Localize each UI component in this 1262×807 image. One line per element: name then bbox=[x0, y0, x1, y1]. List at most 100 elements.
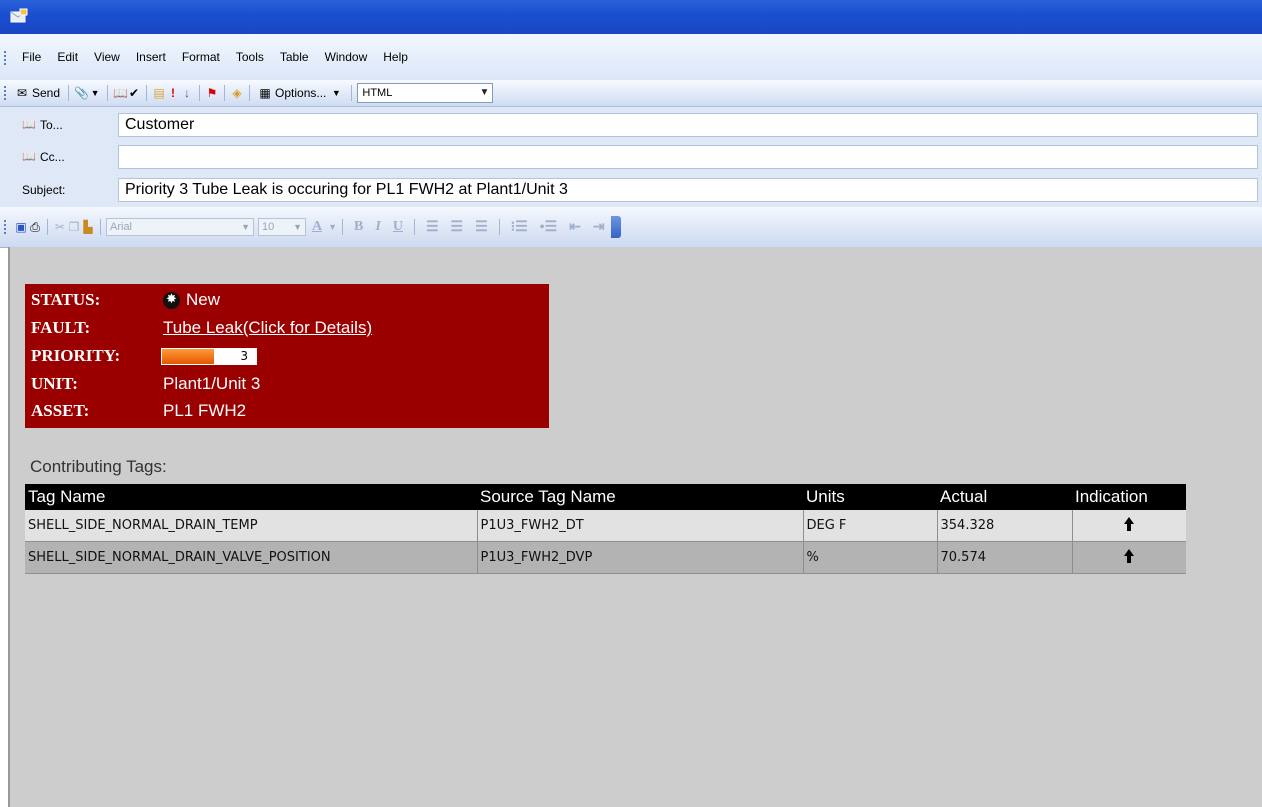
toolbar-separator bbox=[68, 85, 70, 101]
font-color-icon[interactable]: A bbox=[306, 219, 328, 235]
fault-row: FAULT: Tube Leak(Click for Details) bbox=[31, 317, 372, 339]
toolbar-separator bbox=[413, 219, 415, 235]
table-row: SHELL_SIDE_NORMAL_DRAIN_VALVE_POSITION P… bbox=[25, 541, 1186, 574]
address-book-icon[interactable]: 📖 bbox=[113, 86, 128, 100]
menu-insert[interactable]: Insert bbox=[128, 50, 174, 64]
chevron-down-icon: ▼ bbox=[293, 222, 302, 232]
actual-cell: 70.574 bbox=[937, 541, 1073, 574]
increase-indent-icon[interactable]: ⇥ bbox=[587, 219, 611, 236]
menu-table[interactable]: Table bbox=[272, 50, 317, 64]
insert-file-icon[interactable]: ▤ bbox=[152, 86, 166, 100]
save-icon[interactable]: ▣ bbox=[14, 220, 28, 234]
title-bar bbox=[0, 0, 1262, 34]
priority-bar: 3 bbox=[161, 347, 257, 365]
status-value: New bbox=[186, 290, 221, 309]
menu-grip[interactable] bbox=[4, 51, 9, 65]
column-header-actual: Actual bbox=[937, 484, 1072, 510]
attach-icon[interactable]: 📎 bbox=[74, 86, 89, 100]
chevron-down-icon: ▼ bbox=[331, 88, 341, 98]
menu-file[interactable]: File bbox=[14, 50, 49, 64]
cut-icon[interactable]: ✂ bbox=[53, 220, 67, 234]
menu-format[interactable]: Format bbox=[174, 50, 228, 64]
subject-label: Subject: bbox=[22, 183, 66, 197]
toolbar-separator bbox=[224, 85, 226, 101]
italic-icon[interactable]: I bbox=[369, 219, 386, 235]
column-header-indication: Indication bbox=[1072, 484, 1186, 510]
follow-up-flag-icon[interactable]: ⚑ bbox=[205, 86, 219, 100]
toolbar-separator bbox=[100, 219, 101, 235]
address-book-icon: 📖 bbox=[22, 151, 36, 163]
up-arrow-icon bbox=[1124, 548, 1135, 563]
menu-help[interactable]: Help bbox=[375, 50, 416, 64]
new-status-icon bbox=[163, 291, 180, 309]
check-names-icon[interactable]: ✔ bbox=[127, 86, 141, 100]
toolbar-separator bbox=[351, 85, 353, 101]
units-cell: % bbox=[803, 541, 938, 574]
align-left-icon[interactable]: ☰ bbox=[420, 219, 445, 236]
to-button[interactable]: 📖 To... bbox=[22, 118, 63, 132]
options-button[interactable]: ▦ Options... ▼ bbox=[255, 86, 346, 100]
subject-field[interactable]: Priority 3 Tube Leak is occuring for PL1… bbox=[118, 178, 1258, 202]
indication-cell bbox=[1072, 541, 1186, 574]
low-importance-icon[interactable]: ↓ bbox=[180, 86, 194, 100]
menu-tools[interactable]: Tools bbox=[228, 50, 272, 64]
to-field[interactable]: Customer bbox=[118, 113, 1258, 137]
message-window-icon[interactable] bbox=[10, 8, 28, 24]
message-format-select[interactable]: HTML ▼ bbox=[357, 83, 494, 103]
send-button[interactable]: ✉ Send bbox=[12, 86, 63, 100]
priority-row: PRIORITY: 3 bbox=[31, 345, 257, 367]
decrease-indent-icon[interactable]: ⇤ bbox=[563, 219, 587, 236]
source-tag-cell: P1U3_FWH2_DVP bbox=[477, 541, 804, 574]
fault-details-link[interactable]: Tube Leak(Click for Details) bbox=[163, 318, 372, 338]
send-icon: ✉ bbox=[16, 86, 28, 100]
options-icon: ▦ bbox=[259, 86, 271, 100]
standard-toolbar: ✉ Send 📎 ▼ 📖 ✔ ▤ ! ↓ ⚑ ◈ ▦ Options... ▼ … bbox=[0, 80, 1262, 107]
column-header-tag-name: Tag Name bbox=[25, 484, 477, 510]
cc-button[interactable]: 📖 Cc... bbox=[22, 150, 65, 164]
tag-name-cell: SHELL_SIDE_NORMAL_DRAIN_VALVE_POSITION bbox=[25, 541, 478, 574]
font-size-select[interactable]: 10 ▼ bbox=[258, 218, 306, 236]
bold-icon[interactable]: B bbox=[348, 219, 369, 235]
paste-icon[interactable]: ▙ bbox=[81, 220, 95, 234]
menu-window[interactable]: Window bbox=[317, 50, 376, 64]
align-right-icon[interactable]: ☰ bbox=[469, 219, 494, 236]
indication-cell bbox=[1072, 510, 1186, 542]
permission-icon[interactable]: ◈ bbox=[230, 86, 244, 100]
print-icon[interactable]: ⎙ bbox=[28, 220, 42, 234]
asset-label: ASSET: bbox=[31, 401, 90, 420]
table-header-row: Tag Name Source Tag Name Units Actual In… bbox=[25, 484, 1186, 510]
toolbar-separator bbox=[498, 219, 500, 235]
bulleted-list-icon[interactable]: •☰ bbox=[534, 219, 563, 236]
up-arrow-icon bbox=[1124, 516, 1135, 531]
underline-icon[interactable]: U bbox=[387, 219, 409, 235]
priority-label: PRIORITY: bbox=[31, 346, 121, 365]
toolbar-options-icon[interactable] bbox=[610, 216, 621, 238]
copy-icon[interactable]: ❐ bbox=[67, 220, 81, 234]
units-cell: DEG F bbox=[803, 510, 938, 542]
menu-bar: File Edit View Insert Format Tools Table… bbox=[0, 34, 1262, 81]
menu-edit[interactable]: Edit bbox=[49, 50, 86, 64]
asset-value: PL1 FWH2 bbox=[163, 401, 247, 420]
to-row: 📖 To... Customer bbox=[0, 110, 1262, 140]
priority-value: 3 bbox=[240, 348, 248, 363]
alert-status-panel: STATUS: New FAULT: Tube Leak(Click for D… bbox=[25, 284, 549, 428]
cc-field[interactable] bbox=[118, 145, 1258, 169]
table-row: SHELL_SIDE_NORMAL_DRAIN_TEMP P1U3_FWH2_D… bbox=[25, 510, 1186, 542]
formatting-toolbar: ▣ ⎙ ✂ ❐ ▙ Arial ▼ 10 ▼ A ▼ B I U ☰ ☰ ☰ ⁝… bbox=[0, 207, 1262, 248]
high-importance-icon[interactable]: ! bbox=[166, 86, 180, 100]
address-book-icon: 📖 bbox=[22, 119, 36, 131]
unit-value: Plant1/Unit 3 bbox=[163, 374, 261, 393]
menu-view[interactable]: View bbox=[86, 50, 128, 64]
toolbar-separator bbox=[249, 85, 251, 101]
chevron-down-icon[interactable]: ▼ bbox=[88, 86, 102, 100]
font-name-select[interactable]: Arial ▼ bbox=[106, 218, 254, 236]
chevron-down-icon: ▼ bbox=[479, 87, 490, 98]
align-center-icon[interactable]: ☰ bbox=[445, 219, 470, 236]
toolbar-separator bbox=[342, 219, 344, 235]
toolbar-grip[interactable] bbox=[4, 86, 9, 100]
toolbar-grip[interactable] bbox=[4, 220, 9, 234]
contributing-tags-title: Contributing Tags: bbox=[30, 457, 167, 476]
numbered-list-icon[interactable]: ⁝☰ bbox=[505, 219, 534, 236]
asset-row: ASSET: PL1 FWH2 bbox=[31, 400, 246, 422]
chevron-down-icon[interactable]: ▼ bbox=[328, 222, 337, 232]
